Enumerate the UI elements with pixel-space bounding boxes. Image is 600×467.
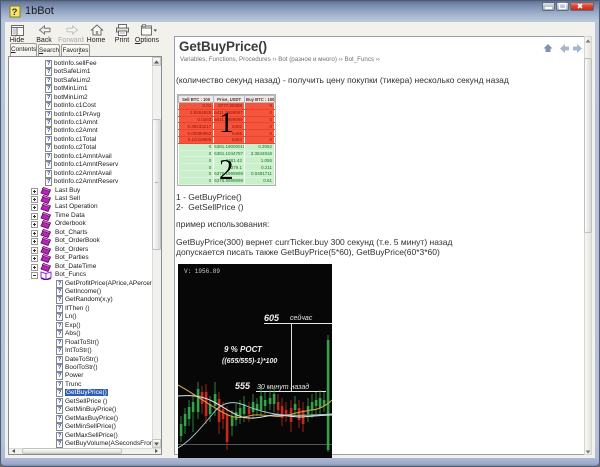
svg-text:555: 555: [235, 381, 251, 391]
svg-text:605: 605: [264, 313, 280, 323]
svg-text:30 минут назад: 30 минут назад: [257, 383, 309, 391]
svg-text:сейчас: сейчас: [290, 314, 313, 322]
svg-text:V: 1956.89: V: 1956.89: [184, 268, 220, 275]
svg-text:((655/555)-1)*100: ((655/555)-1)*100: [222, 358, 277, 365]
svg-text:9 % РОСТ: 9 % РОСТ: [224, 345, 263, 354]
